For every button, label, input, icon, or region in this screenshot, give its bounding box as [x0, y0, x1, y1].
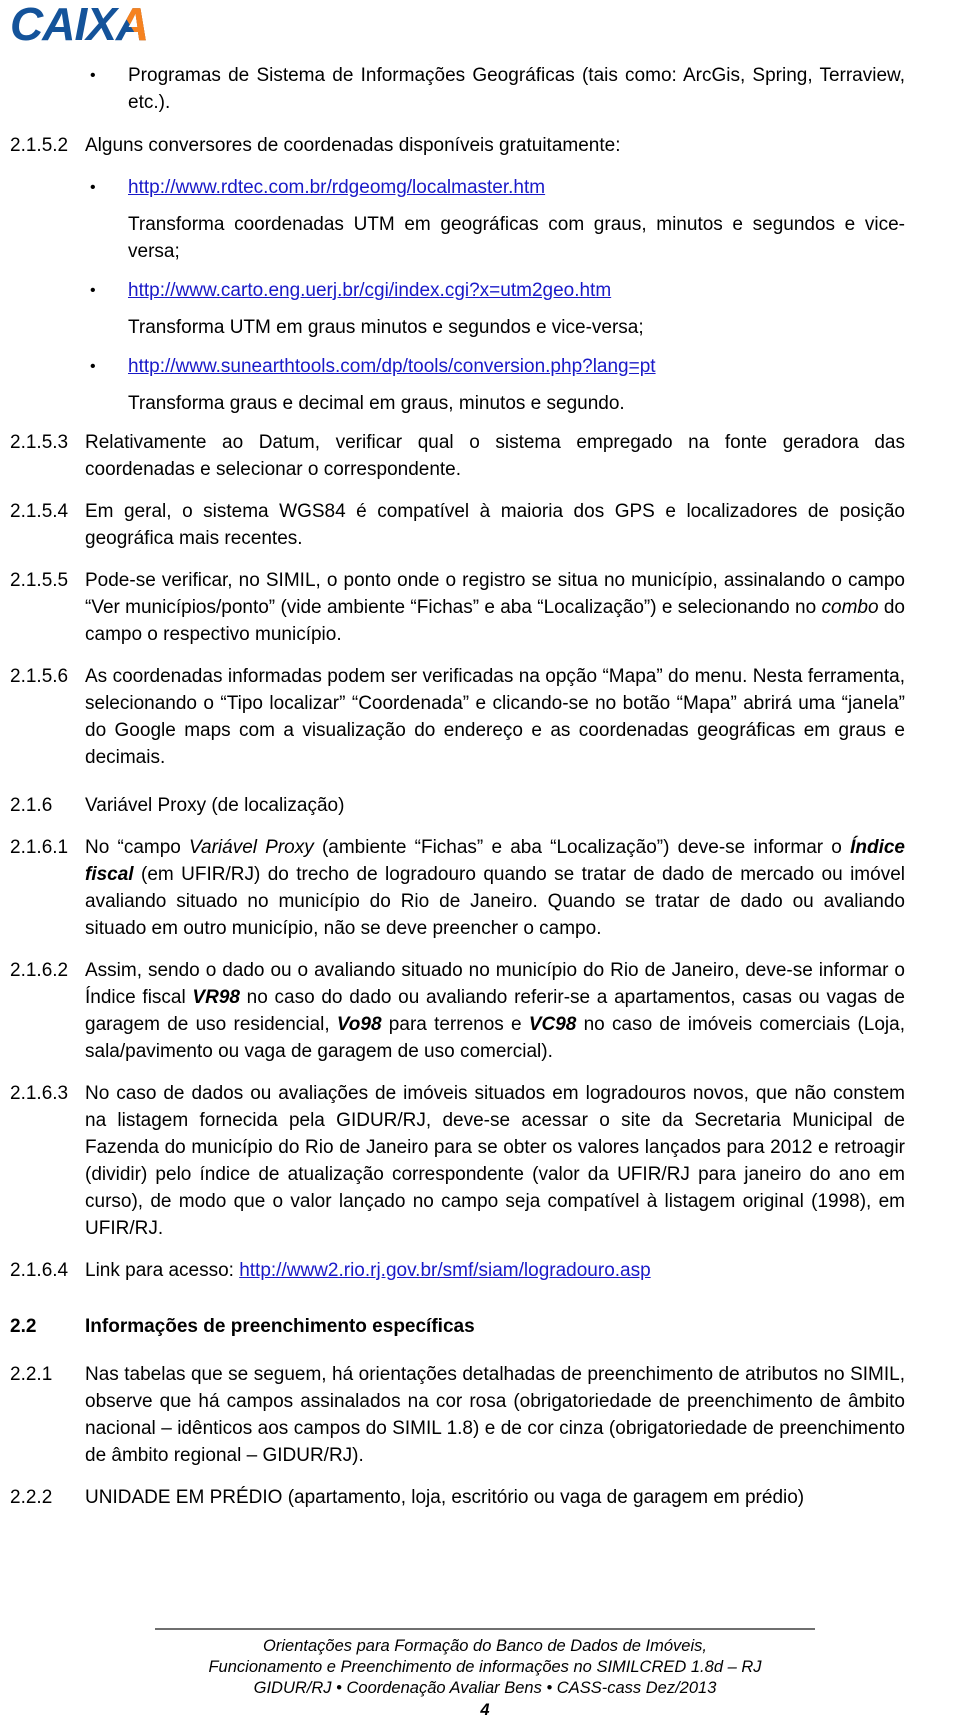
clause-2-2-2: 2.2.2 UNIDADE EM PRÉDIO (apartamento, lo… — [0, 1484, 960, 1511]
clause-2-1-5-3: 2.1.5.3 Relativamente ao Datum, verifica… — [0, 429, 960, 483]
clause-2-1-6: 2.1.6 Variável Proxy (de localização) — [0, 792, 960, 819]
clause-number: 2.1.6.2 — [10, 960, 69, 981]
clause-text: No “campo Variável Proxy (ambiente “Fich… — [85, 834, 905, 942]
clause-2-2-1: 2.2.1 Nas tabelas que se seguem, há orie… — [0, 1361, 960, 1469]
page-footer: Orientações para Formação do Banco de Da… — [155, 1628, 815, 1721]
footer-line-1: Orientações para Formação do Banco de Da… — [263, 1637, 707, 1655]
emphasis-vo98: Vo98 — [336, 1014, 382, 1035]
section-heading-2-2: 2.2 Informações de preenchimento específ… — [0, 1313, 960, 1340]
link-uerj[interactable]: http://www.carto.eng.uerj.br/cgi/index.c… — [128, 280, 611, 301]
clause-2-1-5-2: 2.1.5.2 Alguns conversores de coordenada… — [0, 132, 960, 159]
clause-text: UNIDADE EM PRÉDIO (apartamento, loja, es… — [85, 1487, 805, 1508]
clause-text-part: para terrenos e — [381, 1014, 529, 1035]
clause-number: 2.1.5.4 — [10, 501, 69, 522]
clause-number: 2.2.1 — [10, 1364, 53, 1385]
emphasis-combo: combo — [821, 597, 879, 618]
section-title: Informações de preenchimento específicas — [85, 1316, 475, 1337]
bullet-icon: • — [90, 67, 96, 84]
section-number: 2.2 — [10, 1316, 37, 1337]
emphasis-variavel-proxy: Variável Proxy — [189, 837, 314, 858]
bullet-icon: • — [90, 179, 96, 196]
bullet-icon: • — [90, 282, 96, 299]
clause-2-1-5-6: 2.1.5.6 As coordenadas informadas podem … — [0, 663, 960, 771]
clause-text-part: No “campo — [85, 837, 190, 858]
clause-2-1-6-4: 2.1.6.4 Link para acesso: http://www2.ri… — [0, 1257, 960, 1284]
emphasis-vr98: VR98 — [192, 987, 240, 1008]
list-item: • Programas de Sistema de Informações Ge… — [0, 62, 960, 116]
clause-2-1-6-1: 2.1.6.1 No “campo Variável Proxy (ambien… — [0, 834, 960, 942]
link-description-3: Transforma graus e decimal em graus, min… — [128, 393, 625, 414]
clause-number: 2.1.5.6 — [10, 666, 69, 687]
clause-text: No caso de dados ou avaliações de imóvei… — [85, 1083, 905, 1239]
list-item: • http://www.carto.eng.uerj.br/cgi/index… — [0, 277, 960, 304]
caixa-logo: CAIXA CAIXA — [10, 2, 220, 48]
clause-number: 2.2.2 — [10, 1487, 53, 1508]
list-item-text: Programas de Sistema de Informações Geog… — [128, 65, 905, 113]
clause-text-part: Link para acesso: — [85, 1260, 240, 1281]
clause-number: 2.1.6 — [10, 795, 53, 816]
link-logradouro[interactable]: http://www2.rio.rj.gov.br/smf/siam/logra… — [239, 1260, 650, 1281]
clause-number: 2.1.5.3 — [10, 432, 69, 453]
clause-2-1-5-4: 2.1.5.4 Em geral, o sistema WGS84 é comp… — [0, 498, 960, 552]
link-description-1: Transforma coordenadas UTM em geográfica… — [128, 214, 905, 262]
clause-number: 2.1.6.4 — [10, 1260, 69, 1281]
footer-line-2: Funcionamento e Preenchimento de informa… — [208, 1658, 762, 1676]
clause-text: Variável Proxy (de localização) — [85, 795, 345, 816]
link-rdtec[interactable]: http://www.rdtec.com.br/rdgeomg/localmas… — [128, 177, 545, 198]
clause-number: 2.1.5.2 — [10, 135, 69, 156]
clause-text-part: Pode-se verificar, no SIMIL, o ponto ond… — [85, 570, 905, 618]
page-number: 4 — [480, 1701, 490, 1719]
clause-2-1-6-3: 2.1.6.3 No caso de dados ou avaliações d… — [0, 1080, 960, 1242]
link-sunearthtools[interactable]: http://www.sunearthtools.com/dp/tools/co… — [128, 356, 656, 377]
clause-text: Alguns conversores de coordenadas dispon… — [85, 135, 621, 156]
clause-text-part: (em UFIR/RJ) do trecho de logradouro qua… — [85, 864, 905, 939]
clause-text: Link para acesso: http://www2.rio.rj.gov… — [85, 1257, 905, 1284]
clause-text-part: (ambiente “Fichas” e aba “Localização”) … — [313, 837, 851, 858]
clause-text: Assim, sendo o dado ou o avaliando situa… — [85, 957, 905, 1065]
clause-text: Relativamente ao Datum, verificar qual o… — [85, 432, 905, 480]
emphasis-vc98: VC98 — [528, 1014, 577, 1035]
clause-text: Pode-se verificar, no SIMIL, o ponto ond… — [85, 567, 905, 648]
clause-text: Nas tabelas que se seguem, há orientaçõe… — [85, 1364, 905, 1466]
footer-divider — [155, 1628, 815, 1630]
clause-number: 2.1.6.3 — [10, 1083, 69, 1104]
clause-text: As coordenadas informadas podem ser veri… — [85, 666, 905, 768]
document-body: • Programas de Sistema de Informações Ge… — [0, 62, 960, 1526]
link-description-2: Transforma UTM em graus minutos e segund… — [128, 317, 644, 338]
clause-number: 2.1.6.1 — [10, 837, 69, 858]
clause-text: Em geral, o sistema WGS84 é compatível à… — [85, 501, 905, 549]
footer-line-3: GIDUR/RJ • Coordenação Avaliar Bens • CA… — [253, 1679, 717, 1697]
list-item: • http://www.sunearthtools.com/dp/tools/… — [0, 353, 960, 380]
clause-number: 2.1.5.5 — [10, 570, 69, 591]
clause-2-1-5-5: 2.1.5.5 Pode-se verificar, no SIMIL, o p… — [0, 567, 960, 648]
bullet-icon: • — [90, 358, 96, 375]
clause-2-1-6-2: 2.1.6.2 Assim, sendo o dado ou o avalian… — [0, 957, 960, 1065]
list-item: • http://www.rdtec.com.br/rdgeomg/localm… — [0, 174, 960, 201]
